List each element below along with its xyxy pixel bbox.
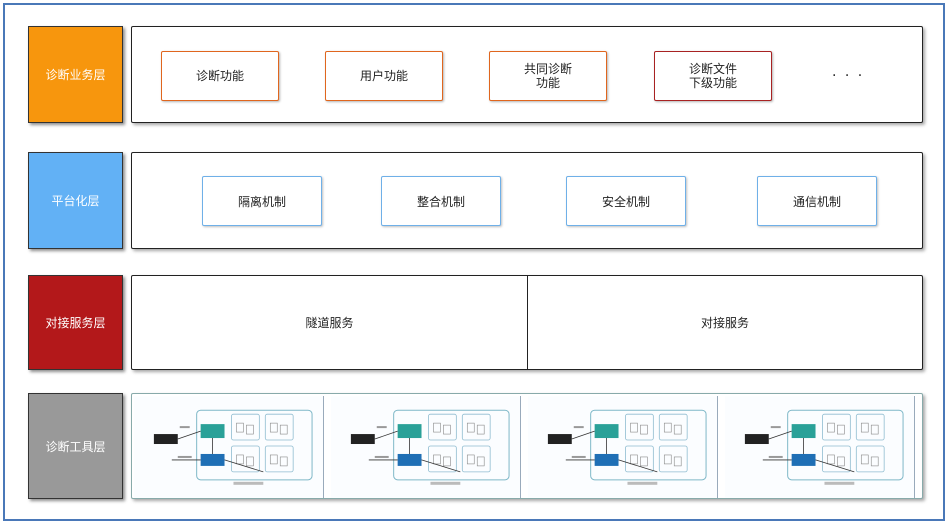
tool-thumbnail	[134, 396, 324, 498]
tool-diagram-icon	[134, 396, 323, 498]
platform-item-isolation[interactable]: 隔离机制	[202, 176, 322, 226]
tool-diagram-icon	[528, 396, 717, 498]
layer-label-tools: 诊断工具层	[28, 393, 123, 499]
more-ellipsis: · · ·	[832, 68, 865, 84]
biz-item-joint-diagnosis[interactable]: 共同诊断 功能	[489, 51, 607, 101]
tool-diagram-icon	[725, 396, 914, 498]
tool-thumbnail	[528, 396, 718, 498]
platform-item-security[interactable]: 安全机制	[566, 176, 686, 226]
docking-service[interactable]: 对接服务	[528, 276, 922, 369]
business-layer-panel: 诊断功能 用户功能 共同诊断 功能 诊断文件 下级功能 · · ·	[131, 26, 923, 123]
biz-item-diagnosis[interactable]: 诊断功能	[161, 51, 279, 101]
tunnel-service[interactable]: 隧道服务	[132, 276, 528, 369]
tool-thumbnail	[331, 396, 521, 498]
platform-item-integration[interactable]: 整合机制	[381, 176, 501, 226]
platform-item-communication[interactable]: 通信机制	[757, 176, 877, 226]
layer-label-service: 对接服务层	[28, 275, 123, 370]
biz-item-user[interactable]: 用户功能	[325, 51, 443, 101]
layer-label-business: 诊断业务层	[28, 26, 123, 123]
tool-thumbnail	[725, 396, 915, 498]
biz-item-file-download[interactable]: 诊断文件 下级功能	[654, 51, 772, 101]
tool-diagram-icon	[331, 396, 520, 498]
platform-layer-panel: 隔离机制 整合机制 安全机制 通信机制	[131, 152, 923, 249]
service-layer-panel: 隧道服务 对接服务	[131, 275, 923, 370]
tools-layer-panel	[131, 393, 923, 499]
layer-label-platform: 平台化层	[28, 152, 123, 249]
